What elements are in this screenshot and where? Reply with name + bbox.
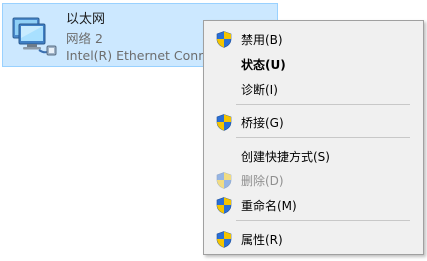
menu-item-label: 禁用(B) bbox=[241, 33, 283, 47]
shield-icon bbox=[216, 197, 232, 214]
menu-item-create-shortcut[interactable]: 创建快捷方式(S) bbox=[206, 145, 421, 167]
adapter-device: Intel(R) Ethernet Connection bbox=[66, 48, 204, 63]
menu-item-label: 状态(U) bbox=[241, 58, 286, 72]
adapter-name: 以太网 bbox=[66, 12, 106, 27]
shield-icon bbox=[216, 172, 232, 189]
menu-item-label: 桥接(G) bbox=[241, 116, 284, 130]
shield-icon bbox=[216, 231, 232, 248]
menu-item-label: 创建快捷方式(S) bbox=[241, 150, 330, 164]
shield-icon bbox=[216, 114, 232, 131]
menu-item-diagnose[interactable]: 诊断(I) bbox=[206, 78, 421, 100]
menu-separator bbox=[236, 220, 410, 221]
menu-item-label: 诊断(I) bbox=[241, 83, 278, 97]
menu-item-label: 属性(R) bbox=[241, 233, 283, 247]
menu-item-rename[interactable]: 重命名(M) bbox=[206, 194, 421, 216]
network-adapter-icon bbox=[9, 10, 59, 60]
menu-item-properties[interactable]: 属性(R) bbox=[206, 228, 421, 250]
desktop-canvas: 以太网 网络 2 Intel(R) Ethernet Connection 禁用… bbox=[0, 0, 427, 261]
menu-item-status[interactable]: 状态(U) bbox=[206, 53, 421, 75]
menu-item-disable[interactable]: 禁用(B) bbox=[206, 28, 421, 50]
menu-item-label: 重命名(M) bbox=[241, 199, 297, 213]
adapter-network: 网络 2 bbox=[66, 31, 103, 46]
menu-item-delete[interactable]: 删除(D) bbox=[206, 169, 421, 191]
menu-item-label: 删除(D) bbox=[241, 174, 284, 188]
context-menu: 禁用(B) 状态(U) 诊断(I) 桥接(G) 创建快捷方式(S) 删除(D) … bbox=[203, 20, 424, 255]
menu-separator bbox=[236, 104, 410, 105]
shield-icon bbox=[216, 31, 232, 48]
menu-item-bridge[interactable]: 桥接(G) bbox=[206, 111, 421, 133]
menu-separator bbox=[236, 137, 410, 138]
